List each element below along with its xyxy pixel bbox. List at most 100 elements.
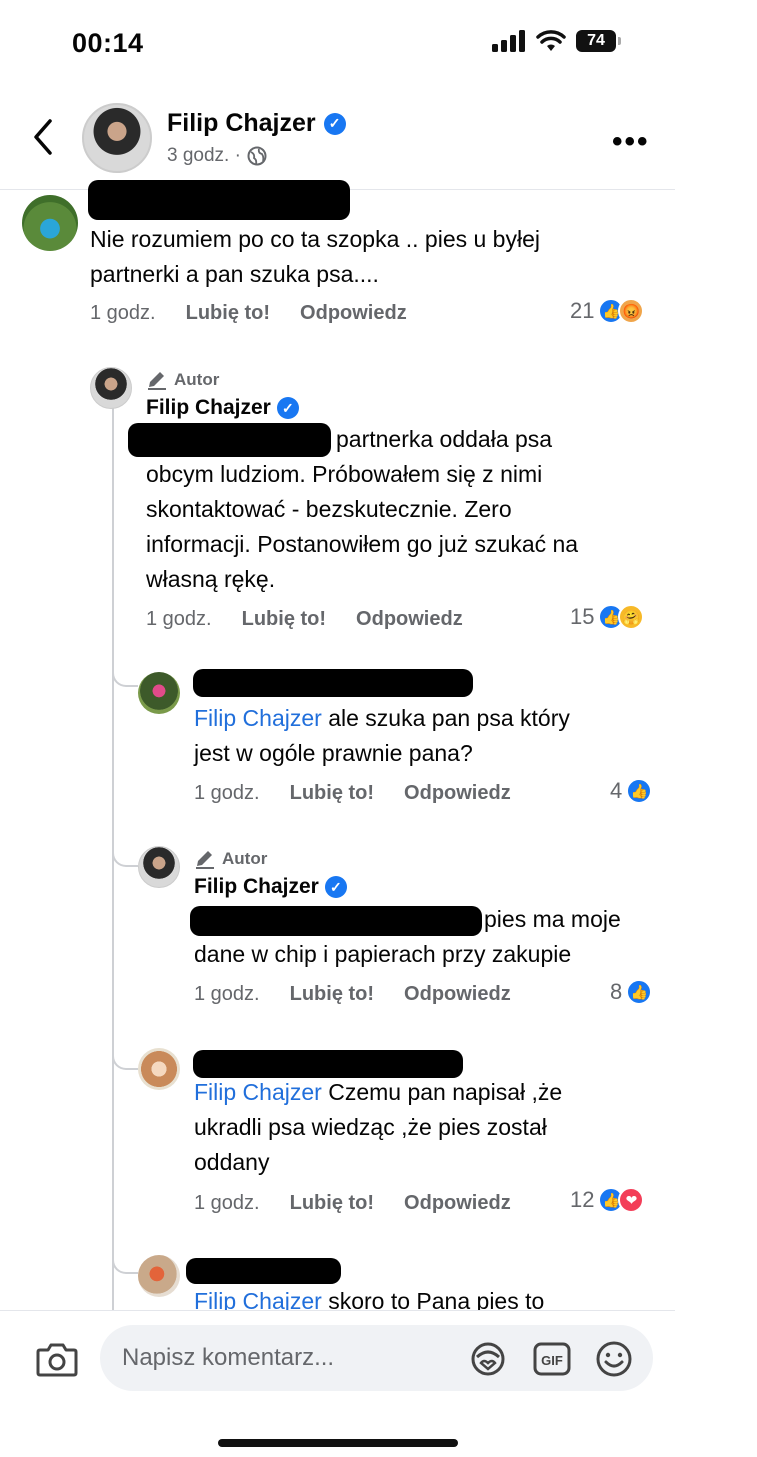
- gif-icon[interactable]: GIF: [532, 1341, 572, 1377]
- love-reaction-icon: ❤: [618, 1187, 645, 1213]
- author-tag-label: Autor: [174, 370, 220, 389]
- reply-connector: [112, 845, 138, 867]
- commenter-avatar[interactable]: [138, 672, 180, 714]
- author-reply-avatar[interactable]: [138, 846, 180, 888]
- comment-text: pies ma moje dane w chip i papierach prz…: [194, 902, 621, 972]
- reply-connector: [112, 1048, 138, 1070]
- status-time: 00:14: [72, 28, 144, 58]
- reactions[interactable]: 4 👍: [610, 778, 653, 804]
- comment-line: Filip Chajzer Czemu pan napisał ,że: [194, 1079, 563, 1105]
- comment-line: Filip Chajzer ale szuka pan psa który: [194, 705, 570, 731]
- avatar-sticker-icon[interactable]: [468, 1341, 508, 1377]
- reply-button[interactable]: Odpowiedz: [404, 1192, 511, 1215]
- edit-icon: [148, 372, 166, 390]
- angry-reaction-icon: 😡: [618, 298, 645, 324]
- battery-level: 74: [576, 30, 616, 52]
- reply-author-name[interactable]: Filip Chajzer: [194, 875, 319, 899]
- verified-icon: ✓: [324, 876, 347, 898]
- post-meta: 3 godz. ·: [167, 145, 267, 167]
- comment-line: ukradli psa wiedząc ,że pies został: [194, 1114, 547, 1140]
- comment-line: Nie rozumiem po co ta szopka .. pies u b…: [90, 226, 540, 252]
- camera-icon[interactable]: [36, 1341, 78, 1377]
- redacted-name: [88, 180, 350, 220]
- like-reaction-icon: 👍: [626, 778, 653, 804]
- back-icon[interactable]: [28, 117, 58, 157]
- comment-line: oddany: [194, 1149, 270, 1175]
- like-button[interactable]: Lubię to!: [290, 782, 374, 805]
- like-button[interactable]: Lubię to!: [186, 302, 270, 325]
- reply-button[interactable]: Odpowiedz: [356, 608, 463, 631]
- reply-button[interactable]: Odpowiedz: [300, 302, 407, 325]
- comment-actions: 1 godz. Lubię to! Odpowiedz: [90, 302, 437, 325]
- comment-line: obcym ludziom. Próbowałem się z nimi: [146, 461, 543, 487]
- comment-line: jest w ogóle prawnie pana?: [194, 740, 473, 766]
- edit-icon: [196, 851, 214, 869]
- comment-line: partnerki a pan szuka psa....: [90, 261, 379, 287]
- like-button[interactable]: Lubię to!: [290, 983, 374, 1006]
- comment-actions: 1 godz. Lubię to! Odpowiedz: [194, 983, 541, 1006]
- signal-icon: [492, 30, 525, 52]
- wifi-icon: [536, 30, 566, 51]
- reaction-count: 4: [610, 778, 623, 803]
- more-icon[interactable]: •••: [612, 125, 650, 159]
- comment-line: pies ma moje: [484, 906, 621, 932]
- reaction-count: 8: [610, 979, 623, 1004]
- commenter-avatar[interactable]: [138, 1255, 180, 1297]
- status-icons: 74: [492, 30, 621, 52]
- commenter-avatar[interactable]: [22, 195, 78, 251]
- reply-author-name-row[interactable]: Filip Chajzer ✓: [146, 396, 299, 420]
- reaction-count: 12: [570, 1187, 595, 1212]
- emoji-icon[interactable]: [594, 1341, 634, 1377]
- comment-text: partnerka oddała psa obcym ludziom. Prób…: [146, 422, 578, 597]
- reply-button[interactable]: Odpowiedz: [404, 782, 511, 805]
- reactions[interactable]: 21 👍 😡: [570, 298, 645, 324]
- comment-time: 1 godz.: [194, 1192, 260, 1214]
- reply-author-name[interactable]: Filip Chajzer: [146, 396, 271, 420]
- reaction-count: 21: [570, 298, 595, 323]
- home-indicator: [218, 1439, 458, 1447]
- battery-icon: 74: [576, 30, 621, 52]
- comment-time: 1 godz.: [194, 782, 260, 804]
- redacted-name: [193, 669, 473, 697]
- care-reaction-icon: 🤗: [618, 604, 645, 630]
- comment-line: dane w chip i papierach przy zakupie: [194, 941, 572, 967]
- reactions[interactable]: 15 👍 🤗: [570, 604, 645, 630]
- reply-button[interactable]: Odpowiedz: [404, 983, 511, 1006]
- comment-time: 1 godz.: [146, 608, 212, 630]
- comment-text: Nie rozumiem po co ta szopka .. pies u b…: [90, 222, 540, 292]
- comment-line: partnerka oddała psa: [336, 426, 553, 452]
- commenter-avatar[interactable]: [138, 1048, 180, 1090]
- comment-composer: Napisz komentarz... GIF: [0, 1310, 675, 1457]
- author-reply-avatar[interactable]: [90, 367, 132, 409]
- author-tag: Autor: [146, 370, 219, 390]
- comment-actions: 1 godz. Lubię to! Odpowiedz: [194, 782, 541, 805]
- author-name-row[interactable]: Filip Chajzer ✓: [167, 109, 346, 138]
- comment-actions: 1 godz. Lubię to! Odpowiedz: [194, 1192, 541, 1215]
- comment-line: własną rękę.: [146, 566, 276, 592]
- verified-icon: ✓: [323, 112, 346, 135]
- comment-actions: 1 godz. Lubię to! Odpowiedz: [146, 608, 493, 631]
- reply-author-name-row[interactable]: Filip Chajzer ✓: [194, 875, 347, 899]
- redacted-name: [193, 1050, 463, 1078]
- verified-icon: ✓: [276, 397, 299, 419]
- comment-text: Filip Chajzer ale szuka pan psa który je…: [194, 701, 570, 771]
- like-reaction-icon: 👍: [626, 979, 653, 1005]
- reply-connector: [112, 1252, 138, 1274]
- comment-text: Filip Chajzer Czemu pan napisał ,że ukra…: [194, 1075, 562, 1180]
- author-tag: Autor: [194, 849, 267, 869]
- screen: 00:14 74 Filip Chajzer ✓ 3 godz. · ••• N…: [0, 0, 675, 1457]
- like-button[interactable]: Lubię to!: [290, 1192, 374, 1215]
- mention-link[interactable]: Filip Chajzer: [194, 1079, 322, 1105]
- reactions[interactable]: 12 👍 ❤: [570, 1187, 645, 1213]
- comment-line: skontaktować - bezskutecznie. Zero: [146, 496, 512, 522]
- author-name[interactable]: Filip Chajzer: [167, 109, 316, 138]
- author-avatar[interactable]: [82, 103, 152, 173]
- post-header: Filip Chajzer ✓ 3 godz. · •••: [0, 95, 675, 190]
- like-button[interactable]: Lubię to!: [242, 608, 326, 631]
- comment-time: 1 godz.: [194, 983, 260, 1005]
- mention-link[interactable]: Filip Chajzer: [194, 705, 322, 731]
- svg-text:GIF: GIF: [541, 1353, 563, 1368]
- reactions[interactable]: 8 👍: [610, 979, 653, 1005]
- author-tag-label: Autor: [222, 849, 268, 868]
- reply-connector: [112, 665, 138, 687]
